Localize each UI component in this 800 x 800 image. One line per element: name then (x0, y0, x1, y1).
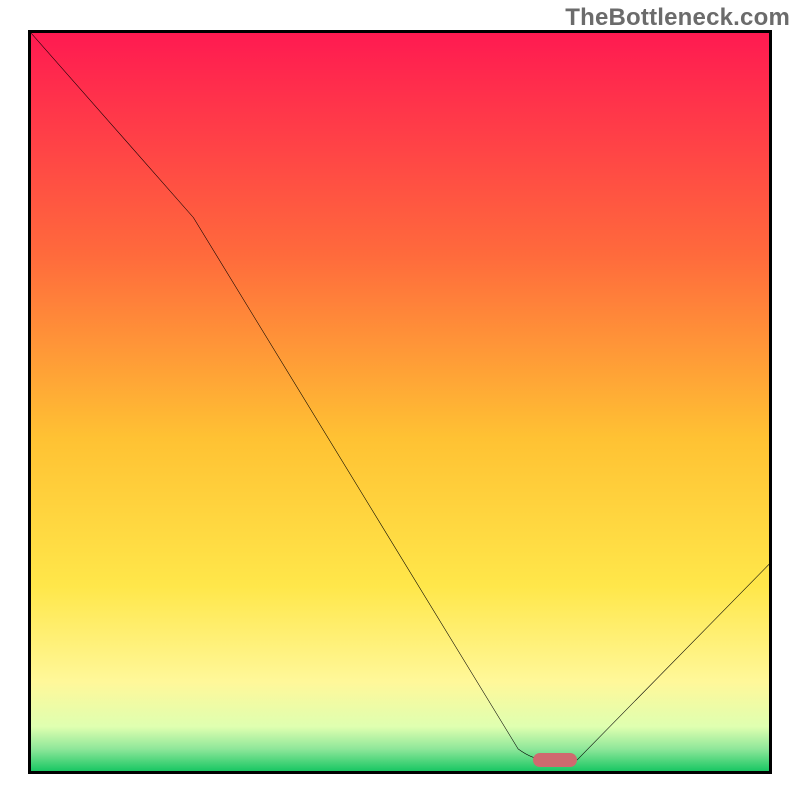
plot-area (28, 30, 772, 774)
optimal-marker (533, 753, 577, 767)
bottleneck-curve (31, 33, 769, 760)
curve-layer (31, 33, 769, 771)
chart-frame: TheBottleneck.com (0, 0, 800, 800)
watermark-text: TheBottleneck.com (565, 4, 790, 32)
